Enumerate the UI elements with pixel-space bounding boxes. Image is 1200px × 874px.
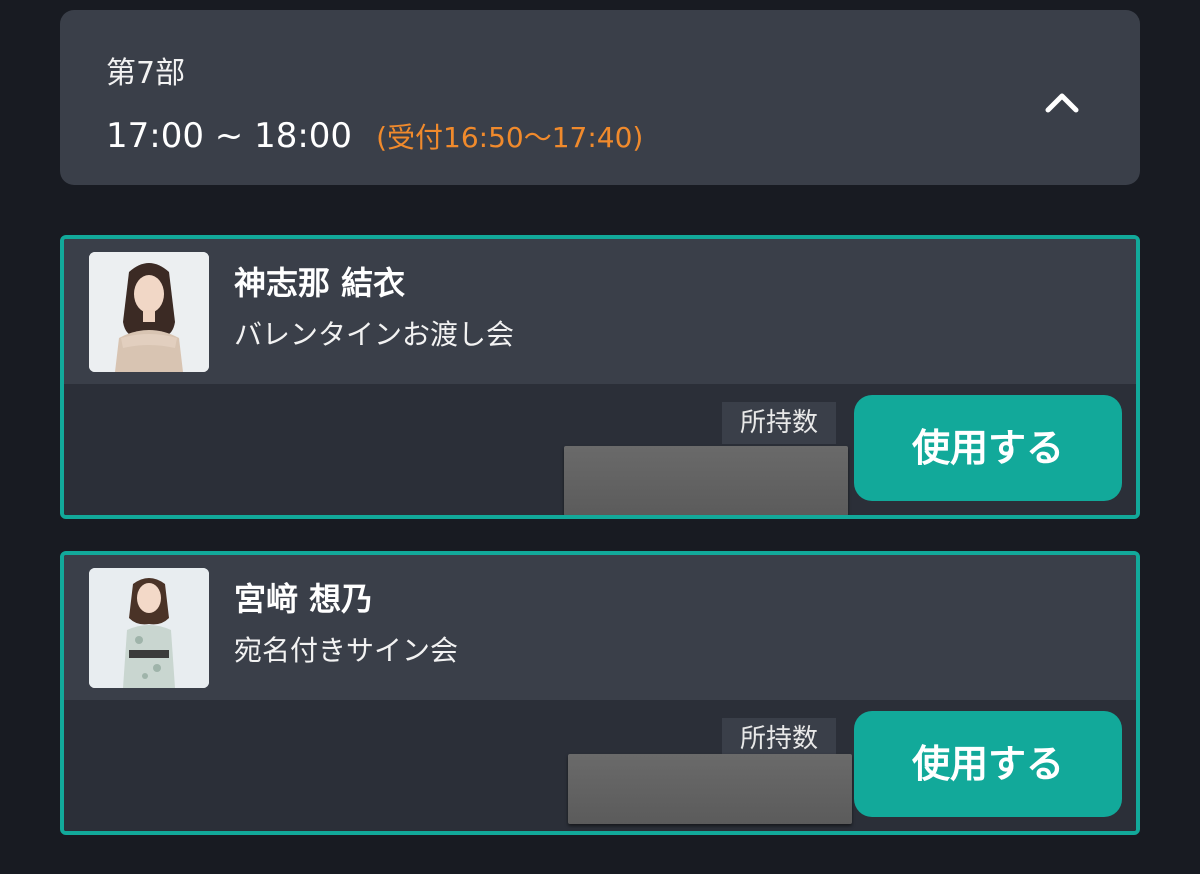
holding-count-redacted — [564, 446, 848, 515]
session-time: 17:00 ~ 18:00 — [106, 116, 353, 156]
ticket-card: 神志那 結衣 バレンタインお渡し会 所持数 使用する — [60, 235, 1140, 519]
ticket-actions: 所持数 使用する — [64, 700, 1136, 831]
ticket-card: 宮﨑 想乃 宛名付きサイン会 所持数 使用する — [60, 551, 1140, 835]
ticket-info: 神志那 結衣 バレンタインお渡し会 — [64, 239, 1136, 384]
event-name: バレンタインお渡し会 — [234, 318, 515, 351]
holding-count-label: 所持数 — [722, 402, 836, 444]
ticket-actions: 所持数 使用する — [64, 384, 1136, 515]
session-part-label: 第7部 — [106, 56, 186, 91]
session-time-row: 17:00 ~ 18:00 (受付16:50〜17:40) — [106, 114, 643, 160]
holding-count-redacted — [568, 754, 852, 824]
member-name: 神志那 結衣 — [234, 264, 406, 302]
collapse-button[interactable] — [1038, 78, 1086, 126]
ticket-info: 宮﨑 想乃 宛名付きサイン会 — [64, 555, 1136, 700]
member-photo — [89, 568, 209, 688]
use-button[interactable]: 使用する — [854, 395, 1122, 501]
session-header-card[interactable]: 第7部 17:00 ~ 18:00 (受付16:50〜17:40) — [60, 10, 1140, 185]
member-name: 宮﨑 想乃 — [234, 580, 374, 618]
chevron-up-icon — [1045, 93, 1079, 113]
reception-time: (受付16:50〜17:40) — [376, 121, 644, 154]
member-photo — [89, 252, 209, 372]
event-name: 宛名付きサイン会 — [234, 634, 459, 667]
use-button[interactable]: 使用する — [854, 711, 1122, 817]
